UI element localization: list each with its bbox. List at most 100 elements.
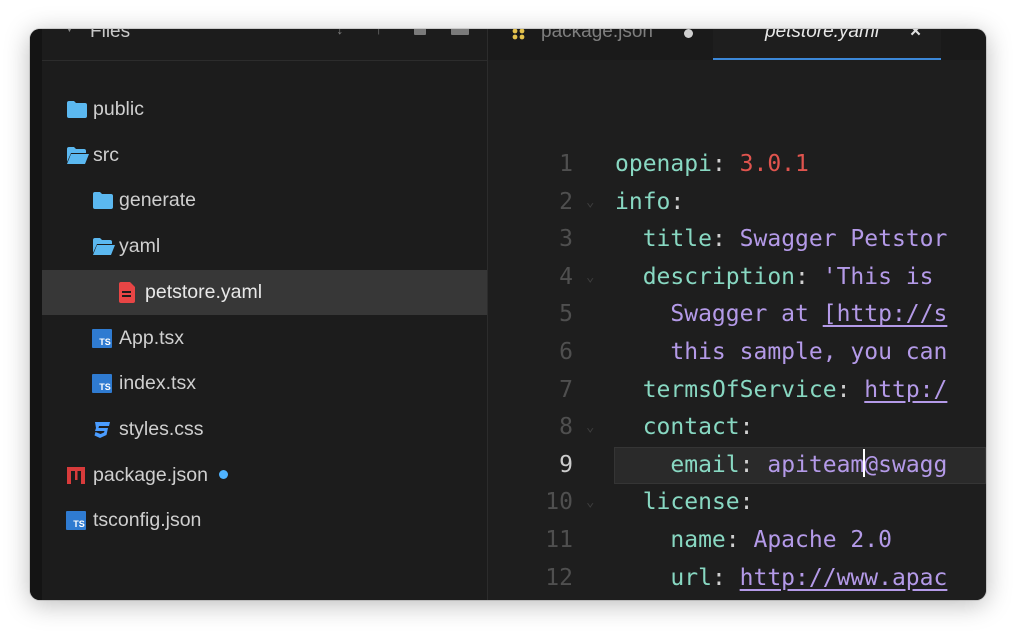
code-token: email <box>670 451 740 478</box>
code-token: openapi <box>615 151 712 177</box>
tree-item-app-tsx[interactable]: TS App.tsx <box>42 316 487 361</box>
code-token: license <box>642 489 740 516</box>
tree-item-src[interactable]: src <box>42 133 487 178</box>
files-panel-title: Files <box>90 29 131 42</box>
code-line[interactable]: 12 url: http://www.apac <box>488 560 986 598</box>
code-token: : <box>795 263 823 290</box>
new-file-icon[interactable] <box>414 29 426 35</box>
code-text: title: Swagger Petstor <box>615 221 948 259</box>
code-line[interactable]: 9 email: apiteam@swagg <box>488 446 986 485</box>
tree-item-label: package.json <box>93 464 228 487</box>
upload-icon[interactable]: ↑ <box>375 29 383 38</box>
tree-item-petstore-yaml[interactable]: petstore.yaml <box>42 269 487 315</box>
modified-dot-icon <box>218 469 228 479</box>
tree-item-package-json[interactable]: package.json <box>42 453 487 498</box>
tree-item-label: yaml <box>119 235 161 258</box>
code-text: info: <box>615 184 684 222</box>
code-token: Apache 2.0 <box>753 527 892 553</box>
code-text: Swagger at [http://s <box>615 296 947 334</box>
code-line[interactable]: 7 termsOfService: http:/ <box>488 372 986 410</box>
line-number: 9 <box>559 451 573 478</box>
code-token: apiteam <box>767 451 865 478</box>
download-icon[interactable]: ↓ <box>336 29 344 38</box>
fold-chevron-icon[interactable]: ⌄ <box>586 484 594 522</box>
close-tab-icon[interactable]: × <box>910 29 921 43</box>
tree-item-styles-css[interactable]: styles.css <box>42 407 487 452</box>
code-token: [http://s <box>822 301 948 328</box>
collapse-caret-icon[interactable]: ▼ <box>64 29 75 35</box>
code-token: name <box>670 527 726 553</box>
line-number: 8 <box>559 414 573 441</box>
tab-package-json[interactable]: package.json <box>488 29 713 60</box>
tab-label: package.json <box>541 29 653 42</box>
folder-icon <box>92 191 114 210</box>
tree-item-label: src <box>93 143 119 166</box>
code-token: http:/ <box>864 376 948 403</box>
tree-item-label: petstore.yaml <box>145 280 263 303</box>
tree-item-public[interactable]: public <box>42 87 487 132</box>
code-token: : <box>711 564 740 591</box>
fold-chevron-icon[interactable]: ⌄ <box>586 259 594 297</box>
files-panel-header: ▼ Files ↓ ↑ <box>42 29 487 61</box>
folder-open-icon <box>66 146 89 165</box>
tab-petstore-yaml[interactable]: petstore.yaml × <box>713 29 941 60</box>
code-token: @swagg <box>864 451 948 478</box>
line-number: 12 <box>545 564 573 591</box>
line-number: 13 <box>488 597 573 600</box>
line-number: 3 <box>559 226 573 253</box>
code-text: contact: <box>615 409 754 447</box>
npm-file-icon <box>66 466 88 485</box>
tree-item-label: generate <box>119 189 196 212</box>
code-token: info <box>615 188 671 215</box>
code-text: description: 'This is <box>615 259 947 297</box>
code-token: : <box>739 414 754 441</box>
code-text: openapi: 3.0.1 <box>615 146 809 184</box>
code-line[interactable]: 5 Swagger at [http://s <box>488 296 986 334</box>
typescript-file-icon: TS <box>92 374 114 394</box>
code-line[interactable]: 1 openapi: 3.0.1 <box>488 146 986 184</box>
fold-chevron-icon[interactable]: ⌄ <box>586 184 594 222</box>
code-token: http://www.apac <box>739 564 948 591</box>
new-folder-icon[interactable] <box>451 29 469 35</box>
tree-item-tsconfig-json[interactable]: TS tsconfig.json <box>42 498 487 543</box>
code-text: email: apiteam@swagg <box>615 447 947 485</box>
code-line[interactable]: 13 version: 1.0.6 <box>488 597 986 600</box>
tree-item-index-tsx[interactable]: TS index.tsx <box>42 361 487 406</box>
code-text: license: <box>615 484 754 522</box>
code-token: title <box>642 226 712 253</box>
code-token: Swagger at <box>670 301 823 328</box>
code-token: contact <box>642 414 740 441</box>
code-editor[interactable]: 1 openapi: 3.0.1 2 ⌄ info: 3 title: Swagger P… <box>488 60 986 600</box>
code-token: url <box>670 564 712 591</box>
line-number: 2 <box>559 188 573 215</box>
yaml-file-icon <box>118 281 140 303</box>
tree-item-yaml[interactable]: yaml <box>42 224 487 269</box>
line-number: 4 <box>559 263 573 290</box>
code-line[interactable]: 6 this sample, you can <box>488 334 986 372</box>
code-line[interactable]: 4 ⌄ description: 'This is <box>488 259 986 297</box>
code-line[interactable]: 10 ⌄ license: <box>488 484 986 522</box>
typescript-file-icon: TS <box>66 511 88 531</box>
code-line[interactable]: 3 title: Swagger Petstor <box>488 221 986 259</box>
code-line[interactable]: 11 name: Apache 2.0 <box>488 522 986 560</box>
code-text: version: 1.0.6 <box>615 597 837 600</box>
code-token: description <box>642 263 796 290</box>
code-line[interactable]: 8 ⌄ contact: <box>488 409 986 447</box>
code-token: 3.0.1 <box>739 151 809 177</box>
code-line[interactable]: 2 ⌄ info: <box>488 184 986 222</box>
svg-text:TS: TS <box>73 519 85 529</box>
svg-text:TS: TS <box>99 337 111 347</box>
tree-item-generate[interactable]: generate <box>42 178 487 223</box>
code-token: : <box>670 188 685 215</box>
fold-chevron-icon[interactable]: ⌄ <box>586 409 594 447</box>
unsaved-dot-icon[interactable] <box>684 29 693 38</box>
